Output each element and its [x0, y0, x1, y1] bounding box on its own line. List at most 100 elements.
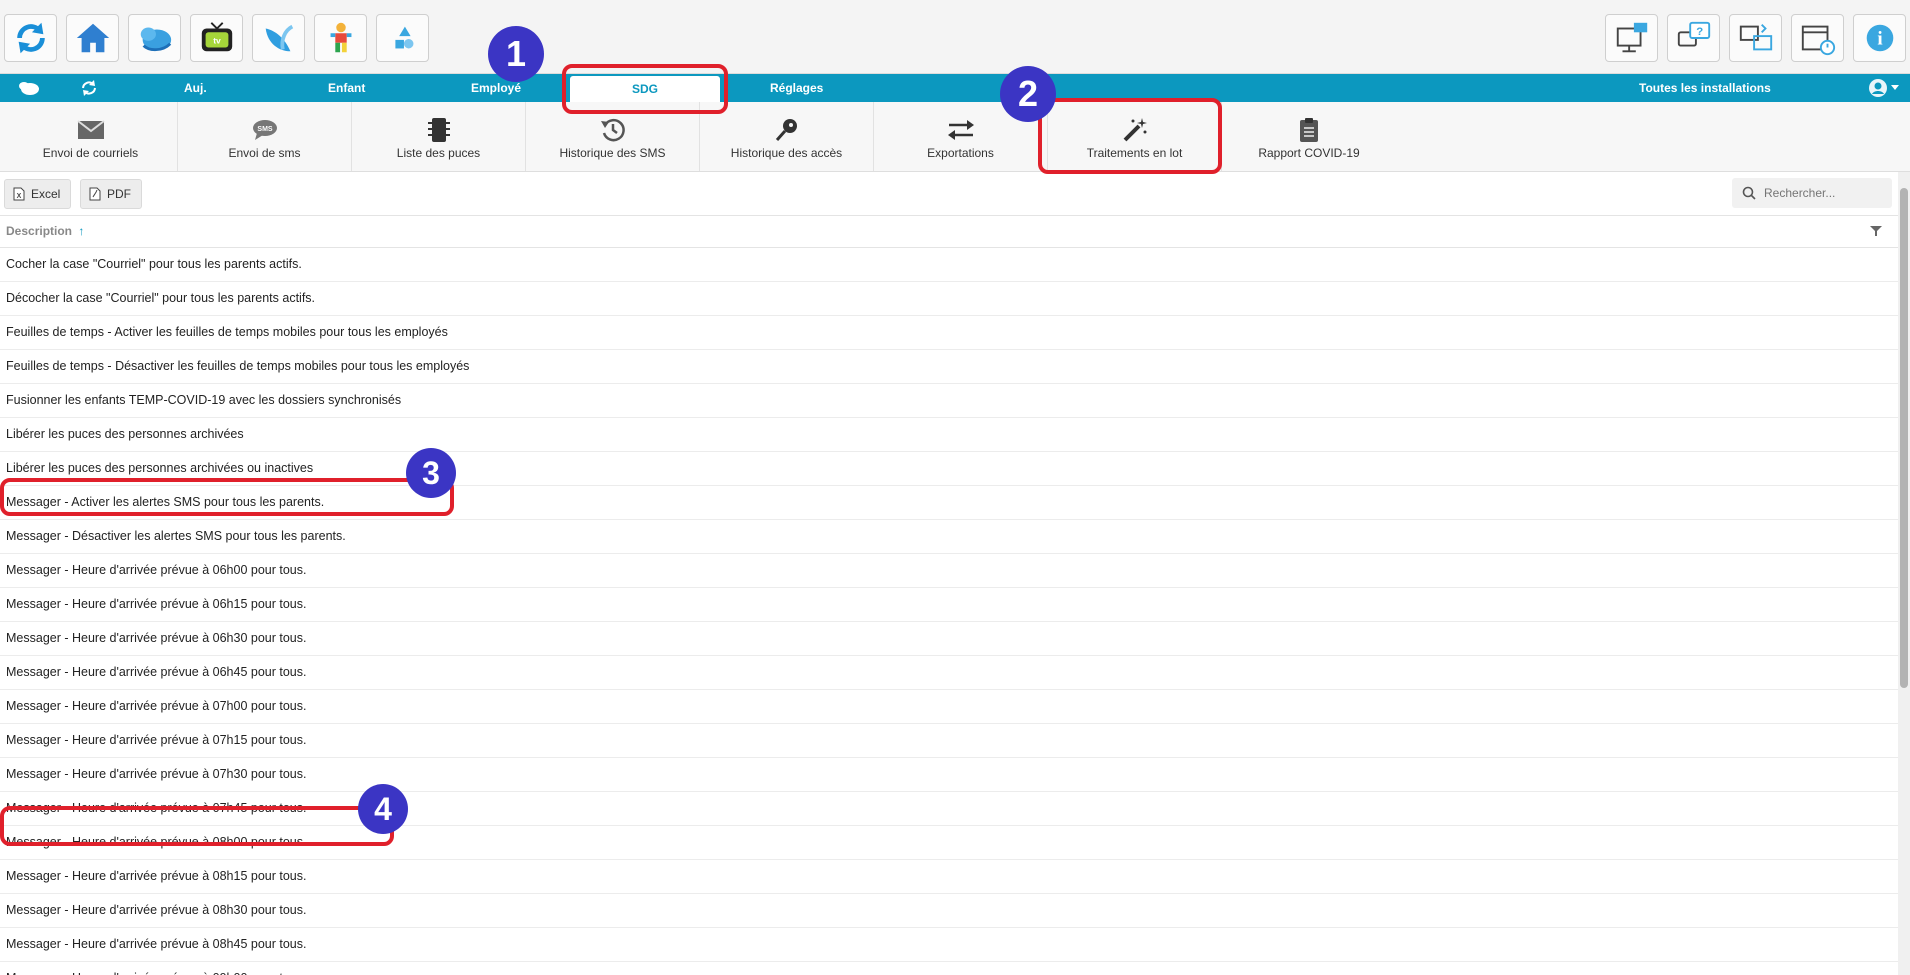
- tile-label: Envoi de sms: [228, 146, 301, 160]
- table-row[interactable]: Messager - Heure d'arrivée prévue à 07h3…: [0, 758, 1898, 792]
- sort-ascending-icon: ↑: [78, 224, 85, 238]
- table-row[interactable]: Messager - Heure d'arrivée prévue à 08h1…: [0, 860, 1898, 894]
- table-row[interactable]: Messager - Heure d'arrivée prévue à 08h4…: [0, 928, 1898, 962]
- chip-icon: [427, 118, 450, 142]
- sdg-subnav: Envoi de courriels SMS Envoi de sms List…: [0, 102, 1910, 172]
- info-button[interactable]: i: [1853, 14, 1906, 62]
- calendar-button[interactable]: [1791, 14, 1844, 62]
- highlight-traitements-en-lot: [1038, 98, 1222, 174]
- step-badge-4: 4: [358, 784, 408, 834]
- cloud-logo-icon: [140, 27, 171, 52]
- remote-support-button[interactable]: [1729, 14, 1782, 62]
- tile-envoi-courriels[interactable]: Envoi de courriels: [4, 102, 178, 171]
- svg-text:X: X: [17, 193, 22, 200]
- search-input[interactable]: [1762, 185, 1886, 201]
- refresh-icon: [16, 22, 45, 54]
- exchange-icon: [947, 120, 974, 140]
- table-row[interactable]: Messager - Heure d'arrivée prévue à 06h4…: [0, 656, 1898, 690]
- tile-envoi-sms[interactable]: SMS Envoi de sms: [178, 102, 352, 171]
- tv-icon: tv: [201, 22, 232, 52]
- pdf-file-icon: [89, 187, 101, 201]
- table-row[interactable]: Messager - Heure d'arrivée prévue à 06h3…: [0, 622, 1898, 656]
- help-chat-button[interactable]: ?: [1667, 14, 1720, 62]
- table-row[interactable]: Messager - Heure d'arrivée prévue à 09h0…: [0, 962, 1898, 975]
- training-button[interactable]: [1605, 14, 1658, 62]
- history-icon: [600, 118, 625, 142]
- column-title: Description: [6, 224, 73, 238]
- step-badge-1: 1: [488, 26, 544, 82]
- kid-icon: [330, 22, 351, 53]
- tile-label: Historique des SMS: [559, 146, 666, 160]
- tile-liste-puces[interactable]: Liste des puces: [352, 102, 526, 171]
- tile-label: Historique des accès: [730, 146, 843, 160]
- table-row[interactable]: Feuilles de temps - Désactiver les feuil…: [0, 350, 1898, 384]
- grid-toolbar: X Excel PDF: [0, 172, 1910, 216]
- table-row[interactable]: Messager - Heure d'arrivée prévue à 07h0…: [0, 690, 1898, 724]
- filter-icon[interactable]: [1870, 225, 1882, 237]
- table-row[interactable]: Libérer les puces des personnes archivée…: [0, 418, 1898, 452]
- vertical-scrollbar[interactable]: [1898, 172, 1910, 975]
- home-button[interactable]: [66, 14, 119, 62]
- nav-reglages[interactable]: Réglages: [770, 74, 823, 102]
- tile-label: Rapport COVID-19: [1258, 146, 1360, 160]
- home-logo-button[interactable]: [16, 77, 42, 99]
- main-nav: Auj. Enfant Employé SDG Réglages Toutes …: [0, 74, 1910, 102]
- help-chat-icon: ?: [1677, 21, 1710, 47]
- table-row[interactable]: Messager - Heure d'arrivée prévue à 07h1…: [0, 724, 1898, 758]
- user-menu-button[interactable]: [1865, 77, 1901, 99]
- installations-selector[interactable]: Toutes les installations: [1639, 74, 1771, 102]
- scrollbar-thumb[interactable]: [1900, 188, 1908, 688]
- svg-text:tv: tv: [213, 36, 221, 46]
- table-row[interactable]: Décocher la case "Courriel" pour tous le…: [0, 282, 1898, 316]
- sms-icon: SMS: [252, 120, 277, 140]
- tile-label: Exportations: [927, 146, 994, 160]
- nav-enfant[interactable]: Enfant: [328, 74, 365, 102]
- cloud-logo-icon: [19, 82, 39, 95]
- svg-text:SMS: SMS: [257, 126, 273, 133]
- table-row[interactable]: Messager - Heure d'arrivée prévue à 06h0…: [0, 554, 1898, 588]
- nav-refresh-button[interactable]: [76, 77, 102, 99]
- tile-historique-acces[interactable]: Historique des accès: [700, 102, 874, 171]
- shapes-icon: [394, 26, 413, 49]
- tile-label: Envoi de courriels: [42, 146, 139, 160]
- column-header-description[interactable]: Description ↑: [0, 216, 1898, 248]
- kid-app-button[interactable]: [314, 14, 367, 62]
- step-badge-2: 2: [1000, 66, 1056, 122]
- nav-today[interactable]: Auj.: [184, 74, 207, 102]
- shapes-app-button[interactable]: [376, 14, 429, 62]
- highlight-row-activer-sms: [0, 478, 454, 516]
- lotus-app-button[interactable]: [252, 14, 305, 62]
- lotus-icon: [265, 24, 293, 52]
- tasks-grid: Description ↑ Cocher la case "Courriel" …: [0, 216, 1898, 975]
- envelope-icon: [76, 120, 105, 139]
- highlight-sdg-tab: [562, 64, 728, 114]
- export-pdf-button[interactable]: PDF: [80, 179, 142, 209]
- cloud-app-button[interactable]: [128, 14, 181, 62]
- remote-support-icon: [1739, 24, 1772, 51]
- step-badge-3: 3: [406, 448, 456, 498]
- key-icon: [775, 119, 797, 141]
- pdf-label: PDF: [107, 187, 131, 201]
- search-icon: [1742, 186, 1756, 200]
- user-avatar-icon: [1868, 79, 1887, 97]
- search-box: [1732, 178, 1892, 208]
- tile-rapport-covid[interactable]: Rapport COVID-19: [1222, 102, 1396, 171]
- table-row[interactable]: Feuilles de temps - Activer les feuilles…: [0, 316, 1898, 350]
- refresh-button[interactable]: [4, 14, 57, 62]
- caret-down-icon: [1890, 85, 1899, 90]
- clipboard-icon: [1300, 118, 1318, 142]
- table-row[interactable]: Cocher la case "Courriel" pour tous les …: [0, 248, 1898, 282]
- svg-text:i: i: [1877, 29, 1882, 50]
- table-row[interactable]: Messager - Heure d'arrivée prévue à 08h3…: [0, 894, 1898, 928]
- highlight-row-08h00: [0, 806, 394, 846]
- excel-label: Excel: [31, 187, 61, 201]
- table-row[interactable]: Messager - Désactiver les alertes SMS po…: [0, 520, 1898, 554]
- table-row[interactable]: Messager - Heure d'arrivée prévue à 06h1…: [0, 588, 1898, 622]
- table-row[interactable]: Fusionner les enfants TEMP-COVID-19 avec…: [0, 384, 1898, 418]
- tile-label: Liste des puces: [396, 146, 481, 160]
- tv-app-button[interactable]: tv: [190, 14, 243, 62]
- calendar-icon: [1801, 25, 1835, 56]
- grid-body: Cocher la case "Courriel" pour tous les …: [0, 248, 1898, 975]
- refresh-icon: [82, 80, 96, 96]
- export-excel-button[interactable]: X Excel: [4, 179, 72, 209]
